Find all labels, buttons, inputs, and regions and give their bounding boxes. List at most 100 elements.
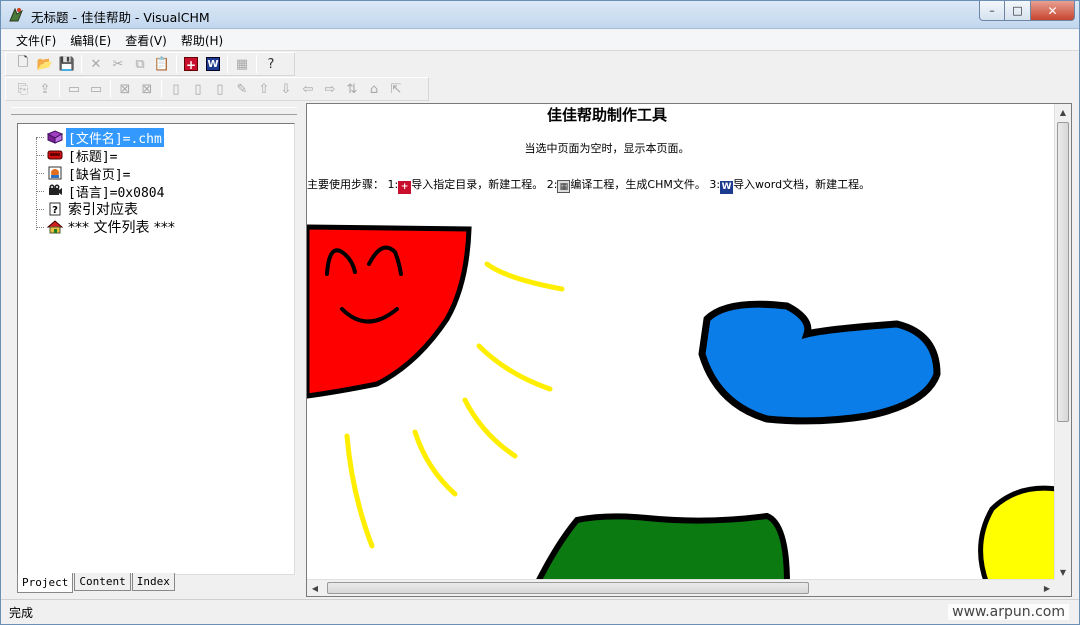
tab-index[interactable]: Index <box>131 573 175 591</box>
tree-item-filename[interactable]: [文件名]=.chm <box>36 127 164 147</box>
toolbar-separator <box>161 80 162 98</box>
tab-content[interactable]: Content <box>74 573 131 591</box>
tree-item-label: 索引对应表 <box>68 202 138 218</box>
tb2-c-button[interactable]: ⊠ <box>114 79 136 99</box>
tb2-folder-button[interactable]: ▭ <box>63 79 85 99</box>
tree-item-label: [标题]= <box>68 149 118 165</box>
tb2-up-icon: ⇧ <box>258 81 270 97</box>
tb2-down-icon: ⇩ <box>280 81 292 97</box>
import-word-icon: W <box>206 57 220 71</box>
toolbar-separator <box>256 55 257 73</box>
compile-icon: ▦ <box>557 180 571 193</box>
tb2-a-icon: ⎘ <box>17 81 29 97</box>
cut-button[interactable]: ✂ <box>107 54 129 74</box>
tb2-page-icon: ▯ <box>172 81 180 97</box>
tree-item-language[interactable]: [语言]=0x0804 <box>36 182 166 201</box>
book-icon <box>46 129 64 145</box>
toolbar-separator <box>176 55 177 73</box>
tb2-page-add-button[interactable]: ▯ <box>187 79 209 99</box>
scroll-up-icon[interactable]: ▲ <box>1055 104 1071 120</box>
help-button[interactable]: ? <box>260 54 282 74</box>
tab-project[interactable]: Project <box>17 573 74 593</box>
app-icon <box>9 7 24 22</box>
tb2-e-button[interactable]: ⌂ <box>363 79 385 99</box>
menu-edit[interactable]: 编辑(E) <box>63 32 118 49</box>
tb2-brush-button[interactable]: ✎ <box>231 79 253 99</box>
import-directory-button[interactable]: + <box>180 54 202 74</box>
panel-grip[interactable] <box>11 107 297 115</box>
maximize-button[interactable]: □ <box>1005 1 1031 21</box>
vertical-scroll-thumb[interactable] <box>1057 122 1069 422</box>
minimize-button[interactable]: – <box>979 1 1005 21</box>
horizontal-scrollbar[interactable]: ◀ ▶ <box>307 579 1055 596</box>
save-button[interactable]: 💾 <box>56 54 78 74</box>
tree-item-default-page[interactable]: [缺省页]= <box>36 164 132 183</box>
copy-button[interactable]: ⧉ <box>129 54 151 74</box>
close-button[interactable]: ✕ <box>1031 1 1075 21</box>
scroll-left-icon[interactable]: ◀ <box>307 580 323 596</box>
import-directory-icon: + <box>184 57 198 72</box>
cloud-shape <box>698 300 941 425</box>
tree-item-title[interactable]: [标题]= <box>36 146 119 165</box>
tb2-brush-icon: ✎ <box>236 81 248 97</box>
toolbar-separator <box>110 80 111 98</box>
status-bar: 完成 www.arpun.com <box>1 599 1079 624</box>
new-file-button[interactable]: 🗋 <box>12 54 34 74</box>
app-window: 无标题 - 佳佳帮助 - VisualCHM – □ ✕ 文件(F) 编辑(E)… <box>0 0 1080 625</box>
tb2-f-icon: ⇱ <box>390 81 402 97</box>
project-panel: [文件名]=.chm [标题]= [缺省页]= [语言]=0x0804 ? 索引… <box>9 103 299 595</box>
house-icon <box>46 219 64 235</box>
tb2-folder-add-button[interactable]: ▭ <box>85 79 107 99</box>
cut-icon: ✂ <box>112 56 124 72</box>
tb2-a-button[interactable]: ⎘ <box>12 79 34 99</box>
status-text: 完成 <box>9 606 34 620</box>
tb2-b-icon: ⇪ <box>39 81 51 97</box>
second-sun-shape <box>978 485 1057 584</box>
tb2-down-button[interactable]: ⇩ <box>275 79 297 99</box>
tb2-page-edit-button[interactable]: ▯ <box>209 79 231 99</box>
delete-button[interactable]: ✕ <box>85 54 107 74</box>
tb2-right-icon: ⇨ <box>324 81 336 97</box>
step-3-text: 导入word文档，新建工程。 <box>733 178 871 191</box>
tb2-left-button[interactable]: ⇦ <box>297 79 319 99</box>
tb2-folder-add-icon: ▭ <box>89 81 103 97</box>
tb2-b-button[interactable]: ⇪ <box>34 79 56 99</box>
menu-view[interactable]: 查看(V) <box>118 32 174 49</box>
project-tree[interactable]: [文件名]=.chm [标题]= [缺省页]= [语言]=0x0804 ? 索引… <box>17 123 295 575</box>
question-icon: ? <box>46 201 64 217</box>
tb2-up-button[interactable]: ⇧ <box>253 79 275 99</box>
new-file-icon: 🗋 <box>17 55 29 70</box>
tb2-f-button[interactable]: ⇱ <box>385 79 407 99</box>
vertical-scrollbar[interactable]: ▲ ▼ <box>1054 104 1071 580</box>
tb2-page-button[interactable]: ▯ <box>165 79 187 99</box>
menu-file[interactable]: 文件(F) <box>9 32 63 49</box>
toolbar-separator <box>81 55 82 73</box>
language-icon <box>46 183 64 199</box>
help-icon: ? <box>267 56 275 72</box>
open-folder-button[interactable]: 📂 <box>34 54 56 74</box>
word-icon: W <box>720 181 734 194</box>
tree-item-index-map[interactable]: ? 索引对应表 <box>36 200 140 218</box>
tb2-right-button[interactable]: ⇨ <box>319 79 341 99</box>
tree-item-file-list[interactable]: *** 文件列表 *** <box>36 218 177 236</box>
delete-icon: ✕ <box>90 56 102 72</box>
compile-button[interactable]: ▦ <box>231 54 253 74</box>
tb2-sort-icon: ⇅ <box>346 81 358 97</box>
horizontal-scroll-thumb[interactable] <box>327 582 809 594</box>
preview-pane[interactable]: 佳佳帮助制作工具 当选中页面为空时，显示本页面。 主要使用步骤： 1: + 导入指定… <box>306 103 1072 597</box>
compile-icon: ▦ <box>235 56 249 72</box>
toolbar-separator <box>227 55 228 73</box>
menu-help[interactable]: 帮助(H) <box>174 32 230 49</box>
step-2-text: 编译工程，生成CHM文件。 3: <box>570 178 721 191</box>
tb2-d-button[interactable]: ⊠ <box>136 79 158 99</box>
import-directory-icon: + <box>398 181 412 194</box>
import-word-button[interactable]: W <box>202 54 224 74</box>
title-bar[interactable]: 无标题 - 佳佳帮助 - VisualCHM – □ ✕ <box>1 1 1079 29</box>
tb2-sort-button[interactable]: ⇅ <box>341 79 363 99</box>
usage-steps: 主要使用步骤： 1: + 导入指定目录，新建工程。 2: ▦ 编译工程，生成CHM文件。… <box>307 178 907 194</box>
scroll-down-icon[interactable]: ▼ <box>1055 564 1071 580</box>
paste-button[interactable]: 📋 <box>151 54 173 74</box>
copy-icon: ⧉ <box>135 56 145 72</box>
tb2-folder-icon: ▭ <box>67 81 81 97</box>
scroll-right-icon[interactable]: ▶ <box>1039 580 1055 596</box>
